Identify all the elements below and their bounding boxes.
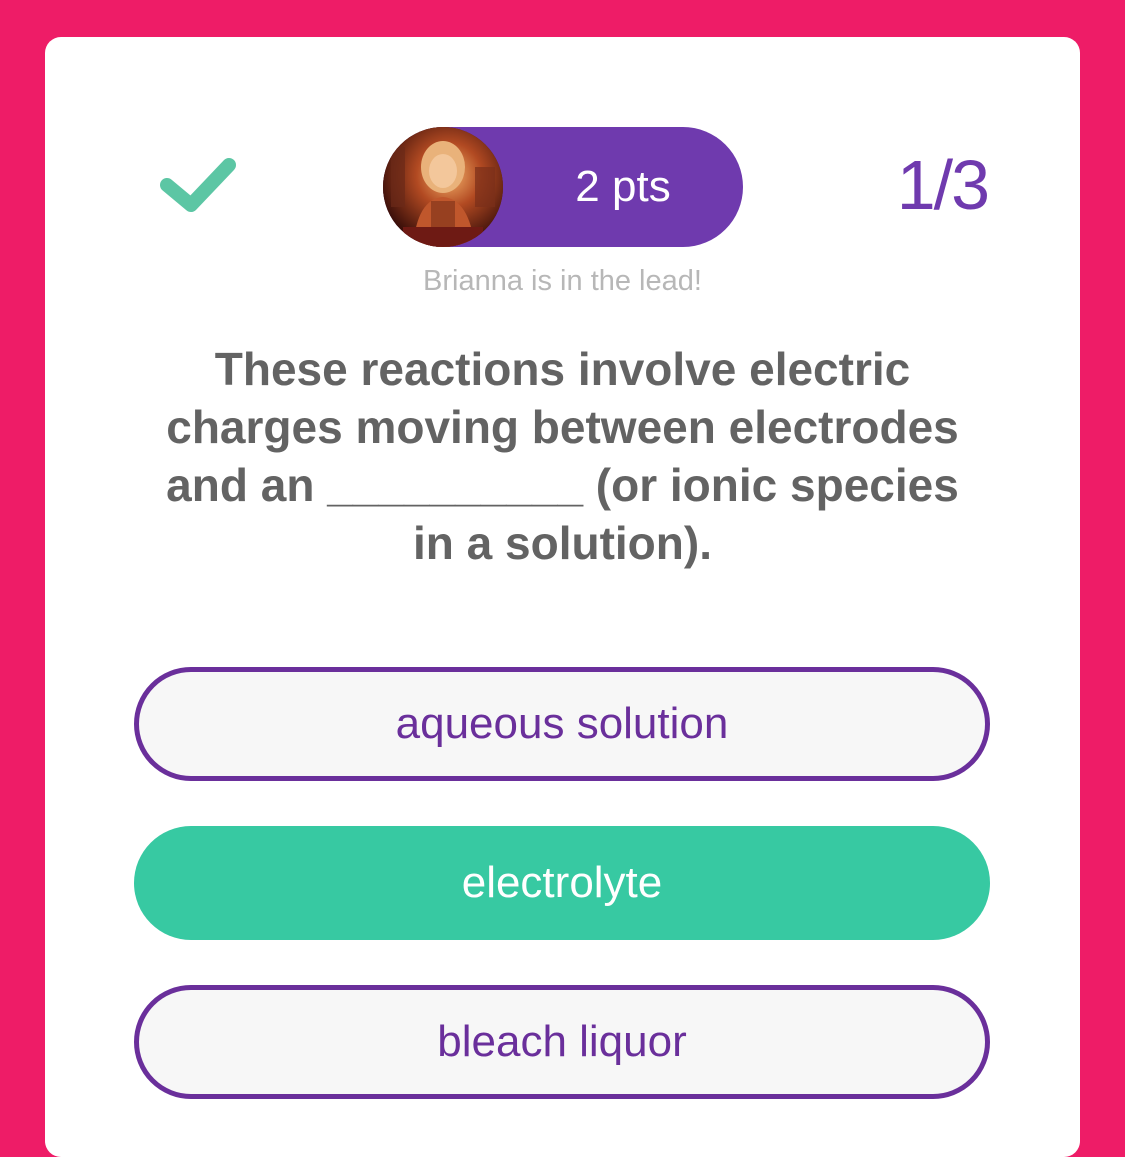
question-progress: 1/3 xyxy=(896,146,990,224)
points-label: 2 pts xyxy=(575,162,671,211)
score-pill: 2 pts xyxy=(383,127,743,247)
question-text: These reactions involve electric charges… xyxy=(166,343,959,569)
lead-message: Brianna is in the lead! xyxy=(423,265,702,297)
answer-option-aqueous-solution[interactable]: aqueous solution xyxy=(134,667,990,781)
quiz-card: 2 pts 1/3 Brianna is in the lead! These … xyxy=(45,37,1080,1157)
player-avatar xyxy=(383,127,503,247)
answer-option-electrolyte[interactable]: electrolyte xyxy=(134,826,990,940)
checkmark-icon xyxy=(160,158,236,212)
answer-option-bleach-liquor[interactable]: bleach liquor xyxy=(134,985,990,1099)
